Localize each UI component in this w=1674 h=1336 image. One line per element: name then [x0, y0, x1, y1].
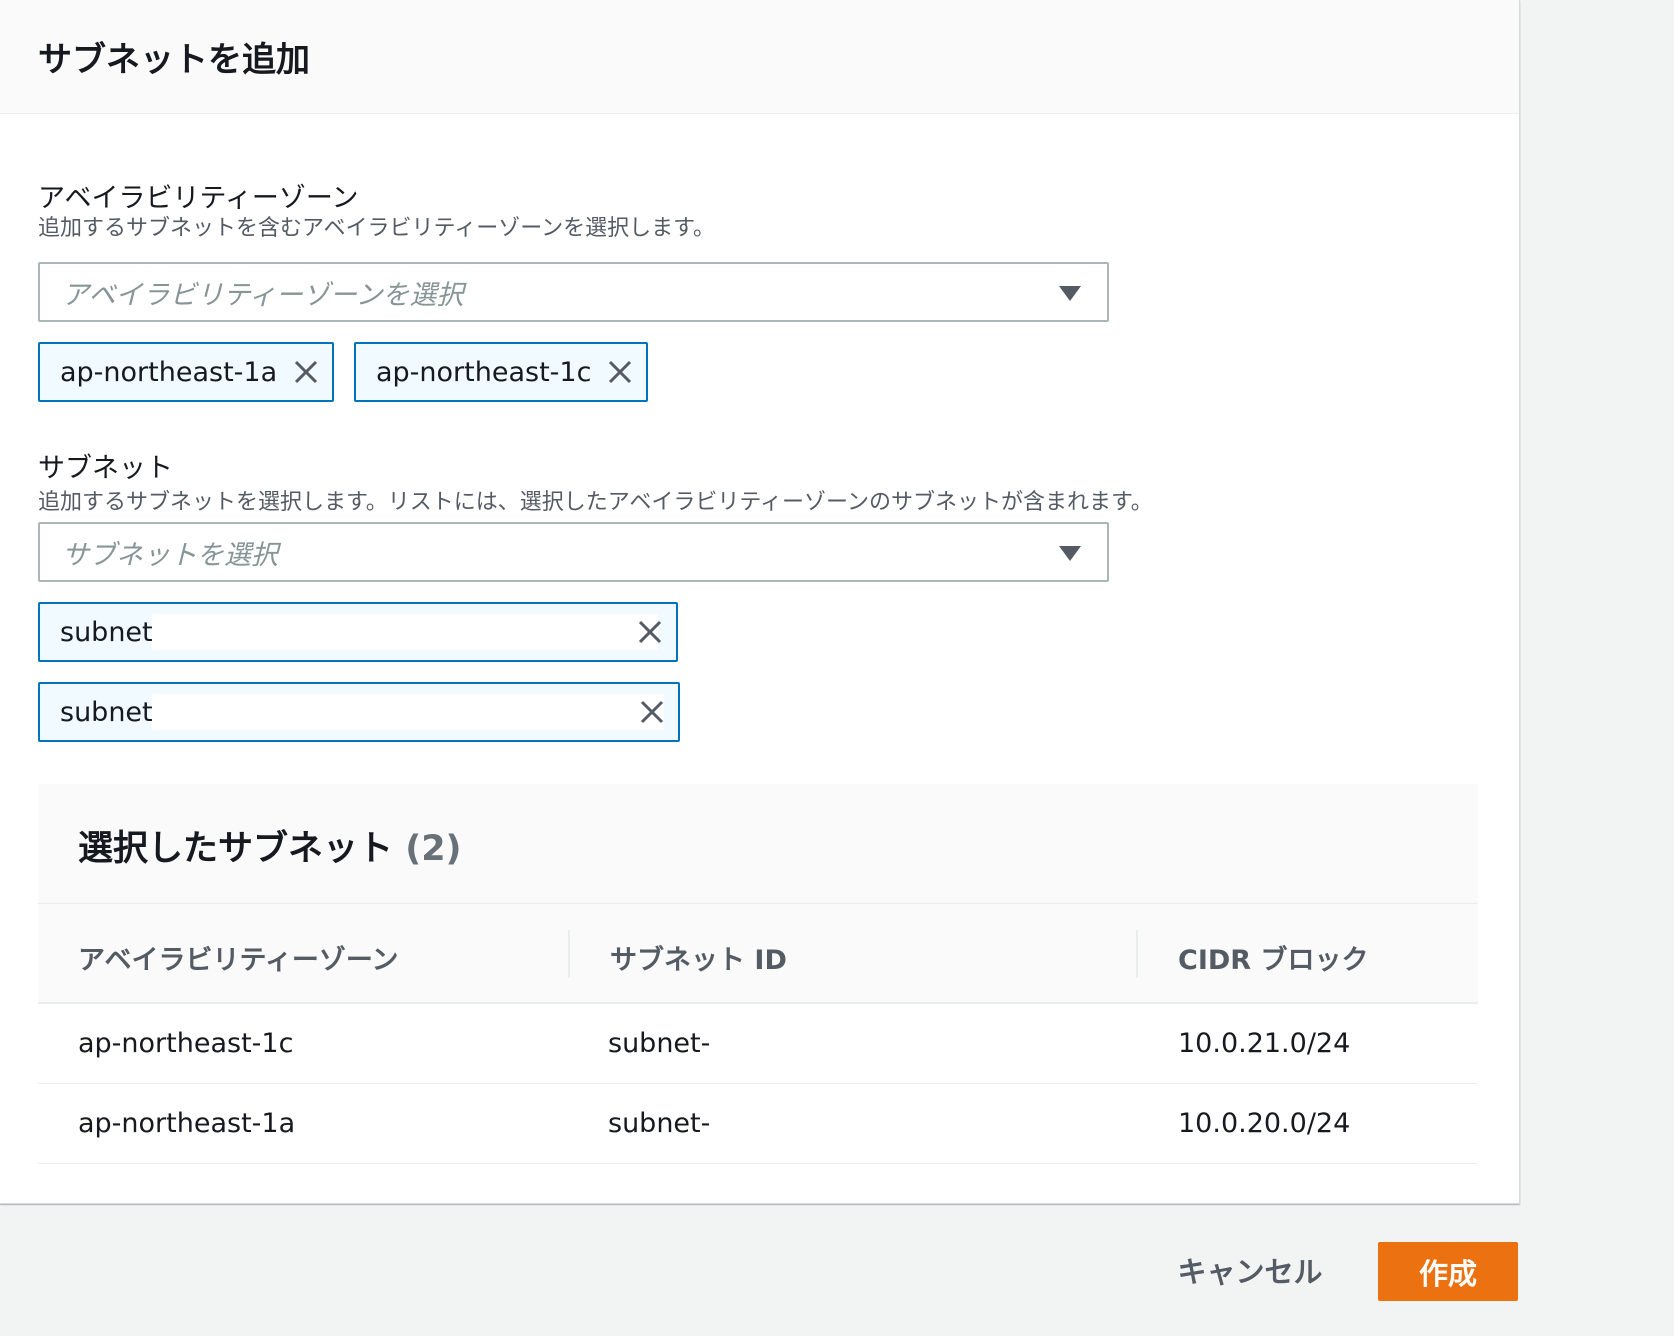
add-subnet-modal: サブネットを追加 アベイラビリティーゾーン 追加するサブネットを含むアベイラビリ… [0, 0, 1520, 1204]
cancel-button[interactable]: キャンセル [1160, 1240, 1340, 1300]
caret-down-icon [1059, 286, 1081, 301]
redacted-block [152, 614, 658, 650]
caret-down-icon [1059, 546, 1081, 561]
column-divider [568, 930, 570, 978]
az-select-placeholder: アベイラビリティーゾーンを選択 [62, 279, 464, 311]
az-token-label: ap-northeast-1a [60, 356, 278, 388]
cell-az: ap-northeast-1a [78, 1108, 296, 1139]
az-token-label: ap-northeast-1c [376, 356, 592, 388]
table-row: ap-northeast-1c subnet- 10.0.21.0/24 [38, 1004, 1478, 1084]
column-divider [1136, 930, 1138, 978]
subnet-field-description: 追加するサブネットを選択します。リストには、選択したアベイラビリティーゾーンのサ… [38, 490, 1153, 515]
close-icon[interactable] [292, 358, 320, 386]
redacted-block [152, 694, 664, 730]
subnet-select[interactable]: サブネットを選択 [38, 522, 1109, 582]
table-row: ap-northeast-1a subnet- 10.0.20.0/24 [38, 1084, 1478, 1164]
modal-title: サブネットを追加 [38, 40, 310, 80]
cell-subnet-id: subnet- [608, 1028, 711, 1059]
create-button[interactable]: 作成 [1378, 1242, 1518, 1301]
table-header: アベイラビリティーゾーン サブネット ID CIDR ブロック [38, 904, 1478, 1004]
selected-count: (2) [405, 829, 462, 869]
panel-header: 選択したサブネット (2) [38, 784, 1478, 904]
panel-title: 選択したサブネット [78, 829, 394, 869]
cell-az: ap-northeast-1c [78, 1028, 294, 1059]
column-header-az: アベイラビリティーゾーン [78, 945, 399, 976]
subnet-select-placeholder: サブネットを選択 [62, 539, 278, 571]
selected-subnets-panel: 選択したサブネット (2) アベイラビリティーゾーン サブネット ID CIDR… [38, 784, 1478, 1164]
az-select[interactable]: アベイラビリティーゾーンを選択 [38, 262, 1109, 322]
subnet-token-label: subnet- [60, 696, 163, 728]
az-token-1c: ap-northeast-1c [354, 342, 648, 402]
close-icon[interactable] [636, 618, 664, 646]
close-icon[interactable] [606, 358, 634, 386]
modal-header: サブネットを追加 [0, 0, 1519, 114]
close-icon[interactable] [638, 698, 666, 726]
subnet-token: subnet- [38, 602, 678, 662]
column-header-cidr: CIDR ブロック [1178, 945, 1369, 976]
cell-cidr: 10.0.21.0/24 [1178, 1028, 1351, 1059]
cell-cidr: 10.0.20.0/24 [1178, 1108, 1351, 1139]
az-token-1a: ap-northeast-1a [38, 342, 334, 402]
subnet-field-label: サブネット [38, 453, 173, 484]
cell-subnet-id: subnet- [608, 1108, 711, 1139]
subnet-token: subnet- [38, 682, 680, 742]
subnet-token-label: subnet- [60, 616, 163, 648]
az-field-description: 追加するサブネットを含むアベイラビリティーゾーンを選択します。 [38, 216, 715, 241]
column-header-subnet-id: サブネット ID [610, 945, 787, 976]
